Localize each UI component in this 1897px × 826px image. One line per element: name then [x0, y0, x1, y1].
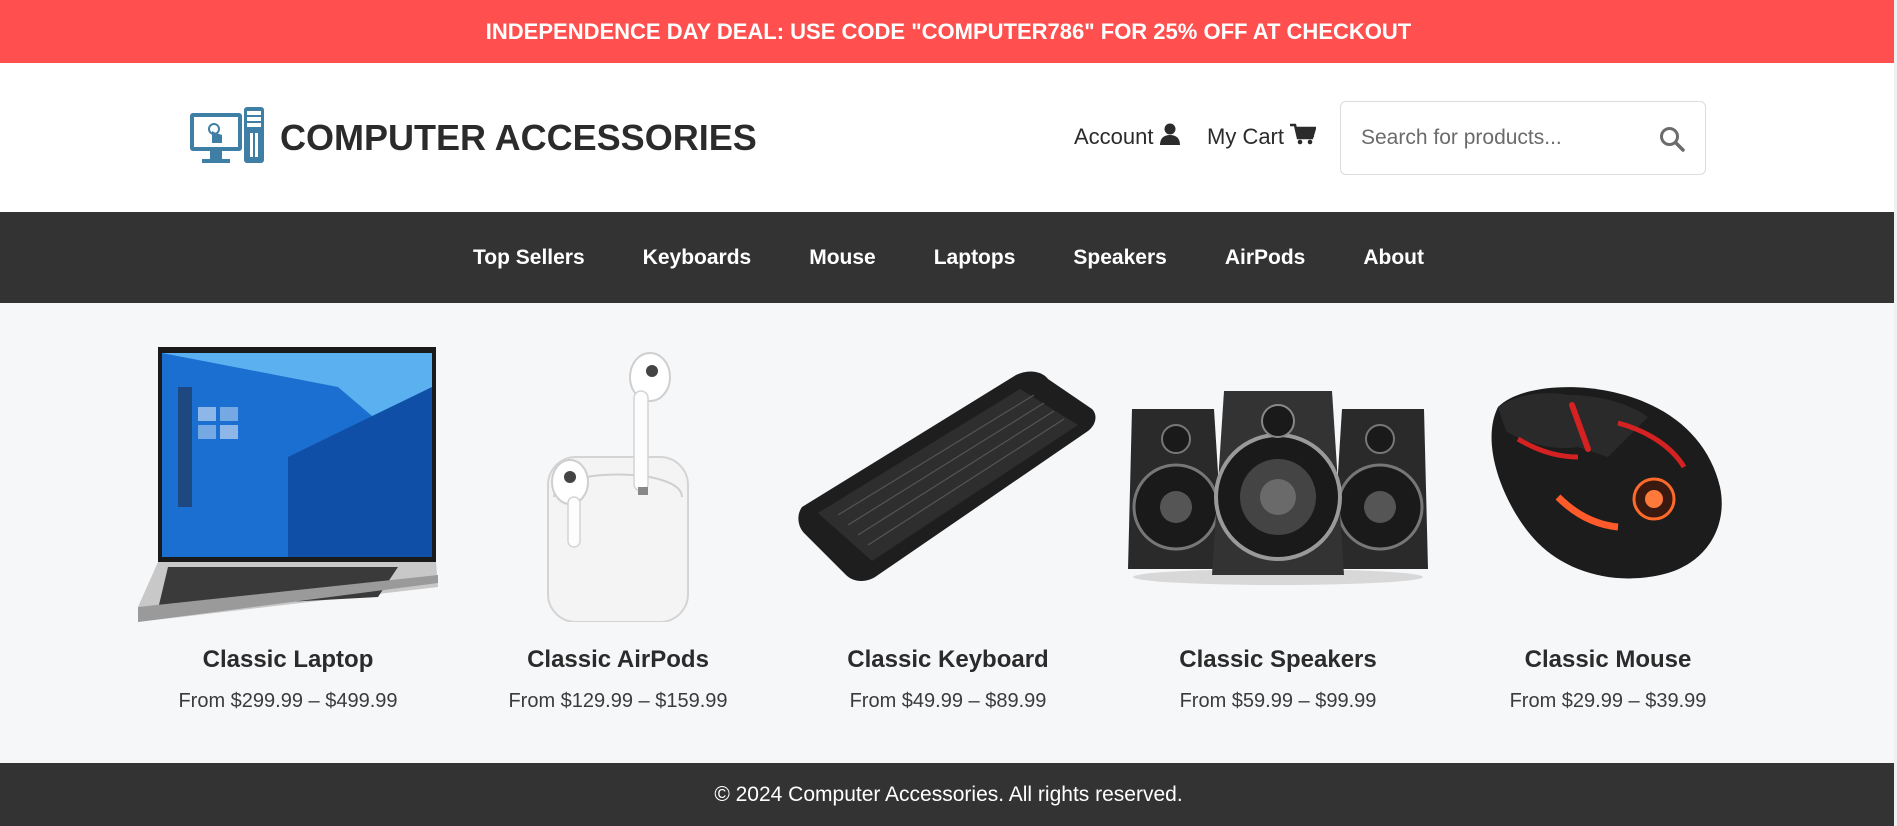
airpods-image[interactable] — [468, 347, 768, 623]
site-footer: © 2024 Computer Accessories. All rights … — [0, 763, 1897, 826]
user-icon — [1154, 123, 1180, 151]
mouse-image[interactable] — [1458, 347, 1758, 622]
speakers-image[interactable] — [1128, 347, 1428, 622]
computer-icon — [188, 105, 266, 172]
nav-item-mouse[interactable]: Mouse — [809, 246, 876, 270]
copyright-text: © 2024 Computer Accessories. All rights … — [714, 782, 1183, 806]
nav-item-speakers[interactable]: Speakers — [1073, 246, 1166, 270]
nav-item-about[interactable]: About — [1363, 246, 1424, 270]
cart-icon — [1284, 123, 1317, 151]
nav-item-laptops[interactable]: Laptops — [934, 246, 1016, 270]
laptop-image[interactable] — [138, 347, 438, 622]
site-header: COMPUTER ACCESSORIES Account My Cart — [0, 63, 1897, 212]
product-price: From $299.99 – $499.99 — [178, 690, 398, 712]
keyboard-image[interactable] — [798, 347, 1098, 622]
product-name[interactable]: Classic Keyboard — [798, 646, 1098, 674]
product-name[interactable]: Classic Speakers — [1128, 646, 1428, 674]
product-price: From $29.99 – $39.99 — [1509, 690, 1707, 712]
account-label: Account — [1074, 124, 1154, 149]
promo-banner: INDEPENDENCE DAY DEAL: USE CODE "COMPUTE… — [0, 0, 1897, 63]
main-nav: Top Sellers Keyboards Mouse Laptops Spea… — [0, 212, 1897, 303]
promo-text: INDEPENDENCE DAY DEAL: USE CODE "COMPUTE… — [485, 18, 1412, 44]
product-price: From $49.99 – $89.99 — [849, 690, 1047, 712]
nav-item-airpods[interactable]: AirPods — [1225, 246, 1306, 270]
product-grid: Classic Laptop From $299.99 – $499.99 Cl… — [0, 303, 1897, 763]
product-price: From $59.99 – $99.99 — [1179, 690, 1377, 712]
search-icon[interactable] — [1659, 126, 1685, 152]
search-input[interactable] — [1361, 126, 1641, 150]
product-name[interactable]: Classic AirPods — [468, 646, 768, 674]
cart-label: My Cart — [1207, 124, 1284, 149]
logo-link[interactable]: COMPUTER ACCESSORIES — [188, 105, 757, 172]
nav-item-keyboards[interactable]: Keyboards — [643, 246, 752, 270]
product-name[interactable]: Classic Laptop — [138, 646, 438, 674]
cart-link[interactable]: My Cart — [1207, 120, 1317, 154]
product-price: From $129.99 – $159.99 — [508, 690, 728, 712]
search-box — [1340, 101, 1706, 175]
site-title: COMPUTER ACCESSORIES — [280, 117, 757, 158]
product-name[interactable]: Classic Mouse — [1458, 646, 1758, 674]
nav-item-top-sellers[interactable]: Top Sellers — [473, 246, 585, 270]
account-link[interactable]: Account — [1074, 120, 1180, 154]
